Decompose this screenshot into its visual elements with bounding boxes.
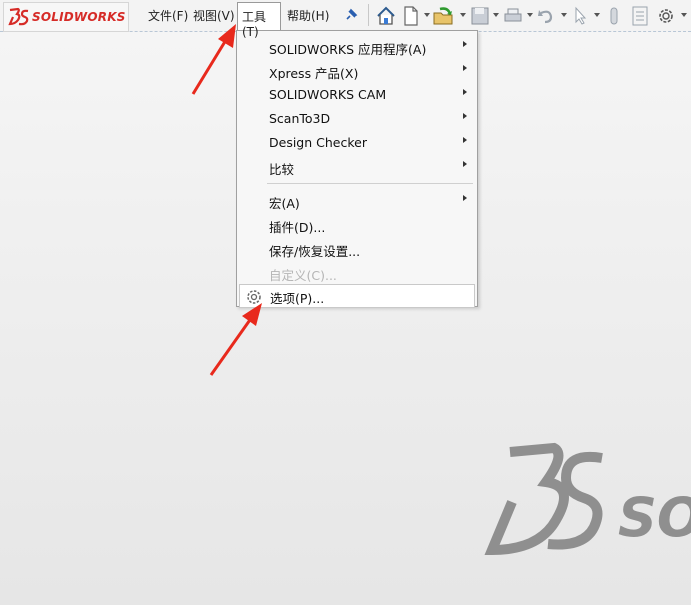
menu-item-xpress[interactable]: Xpress 产品(X) — [237, 59, 477, 83]
menu-file[interactable]: 文件(F) — [148, 7, 188, 24]
solidworks-logo[interactable]: SOLIDWORKS — [3, 2, 129, 32]
new-document-icon[interactable] — [402, 5, 420, 27]
top-toolbar: SOLIDWORKS 文件(F) 视图(V) 工具(T) 帮助(H) — [0, 0, 691, 39]
red-arrow-to-options — [209, 303, 262, 376]
gear-icon — [247, 290, 261, 304]
tools-menu-dropdown: SOLIDWORKS 应用程序(A) Xpress 产品(X) SOLIDWOR… — [236, 30, 478, 308]
red-arrow-to-tools-menu — [191, 24, 236, 95]
submenu-arrow-icon — [463, 65, 467, 71]
menu-item-save-restore-settings[interactable]: 保存/恢复设置... — [237, 237, 477, 261]
menu-item-label: 插件(D)... — [269, 220, 326, 235]
logo-text: SOLIDWORKS — [32, 10, 126, 24]
menu-item-label: 宏(A) — [269, 196, 300, 211]
menu-item-options[interactable]: 选项(P)... — [239, 284, 475, 308]
menu-item-label: Xpress 产品(X) — [269, 66, 359, 81]
undo-dropdown-caret[interactable] — [561, 13, 567, 17]
menu-item-label: 自定义(C)... — [269, 268, 337, 283]
toolbar-separator — [368, 4, 369, 26]
save-dropdown-caret[interactable] — [493, 13, 499, 17]
menu-item-label: 选项(P)... — [270, 291, 325, 306]
pin-icon[interactable] — [344, 8, 358, 22]
menu-item-scanto3d[interactable]: ScanTo3D — [237, 107, 477, 131]
open-dropdown-caret[interactable] — [460, 13, 466, 17]
menu-item-label: 保存/恢复设置... — [269, 244, 361, 259]
print-icon[interactable] — [503, 5, 523, 27]
new-dropdown-caret[interactable] — [424, 13, 430, 17]
solidworks-watermark: SOL — [484, 440, 691, 565]
rebuild-icon[interactable] — [606, 5, 622, 27]
open-icon[interactable] — [432, 5, 456, 27]
watermark-text: SOL — [618, 486, 691, 549]
menu-item-customize: 自定义(C)... — [237, 261, 477, 285]
menu-help[interactable]: 帮助(H) — [287, 7, 329, 24]
select-icon[interactable] — [572, 5, 588, 27]
menu-item-cam[interactable]: SOLIDWORKS CAM — [237, 83, 477, 107]
home-icon[interactable] — [375, 5, 397, 27]
print-dropdown-caret[interactable] — [527, 13, 533, 17]
ds-watermark-logo-icon: SOL — [484, 442, 691, 556]
undo-icon[interactable] — [536, 5, 556, 27]
menu-item-label: ScanTo3D — [269, 111, 331, 126]
menu-item-macro[interactable]: 宏(A) — [237, 189, 477, 213]
menu-divider — [267, 183, 473, 184]
submenu-arrow-icon — [463, 161, 467, 167]
menu-item-label: SOLIDWORKS CAM — [269, 87, 387, 102]
menu-item-design-checker[interactable]: Design Checker — [237, 131, 477, 155]
menu-item-addins[interactable]: 插件(D)... — [237, 213, 477, 237]
ds-logo-icon — [8, 7, 29, 26]
menu-item-compare[interactable]: 比较 — [237, 155, 477, 179]
options-gear-icon[interactable] — [655, 5, 677, 27]
submenu-arrow-icon — [463, 137, 467, 143]
menu-item-label: Design Checker — [269, 135, 367, 150]
menu-view[interactable]: 视图(V) — [193, 7, 235, 24]
file-properties-icon[interactable] — [630, 5, 650, 27]
menu-item-label: SOLIDWORKS 应用程序(A) — [269, 42, 427, 57]
menu-tools[interactable]: 工具(T) — [237, 2, 281, 39]
menu-tools-label: 工具(T) — [242, 10, 267, 39]
menu-item-label: 比较 — [269, 162, 295, 177]
submenu-arrow-icon — [463, 113, 467, 119]
select-dropdown-caret[interactable] — [594, 13, 600, 17]
save-icon[interactable] — [470, 5, 490, 27]
submenu-arrow-icon — [463, 195, 467, 201]
submenu-arrow-icon — [463, 89, 467, 95]
submenu-arrow-icon — [463, 41, 467, 47]
options-dropdown-caret[interactable] — [681, 13, 687, 17]
